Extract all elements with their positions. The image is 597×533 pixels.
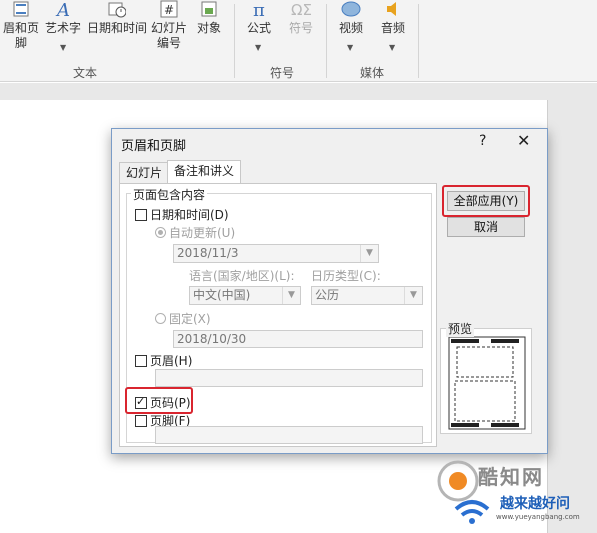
group-separator [418,4,419,78]
chevron-down-icon: ▼ [60,43,67,52]
preview-box [440,328,532,434]
group-separator [234,4,235,78]
checkbox-box [135,355,147,367]
equation-button[interactable]: π 公式 ▼ [242,0,276,52]
svg-text:#: # [164,3,174,17]
wordart-icon: A [44,0,82,21]
chevron-down-icon: ▼ [404,287,422,304]
object-button[interactable]: 对象 [192,0,226,36]
chevron-down-icon: ▼ [282,287,300,304]
omega-icon: ΩΣ [282,0,320,19]
preview-page-icon [448,336,526,430]
footer-input[interactable] [155,426,423,444]
header-input[interactable] [155,369,423,387]
fixed-radio[interactable]: 固定(X) [155,310,211,327]
dialog-title: 页眉和页脚 [121,139,187,154]
checkbox-box [135,415,147,427]
svg-text:A: A [55,0,70,18]
audio-button[interactable]: 音频 ▼ [376,0,410,52]
slide-number-button[interactable]: # 幻灯片 编号 [150,0,188,51]
language-select[interactable]: 中文(中国) ▼ [189,286,301,305]
watermark-logo: 酷知网 越来越好问 www.yueyangbang.com [430,455,590,530]
speaker-icon [376,0,410,18]
apply-all-highlight [442,185,530,217]
group-label-media: 媒体 [360,66,385,80]
ribbon: 眉和页脚 A 艺术字 ▼ 日期和时间 # 幻灯片 编号 对象 π 公式 ▼ ΩΣ… [0,0,597,82]
film-icon [334,0,368,18]
help-button[interactable]: ? [479,133,486,149]
fixed-date-input[interactable]: 2018/10/30 [173,330,423,348]
group-separator [326,4,327,78]
group-label-text: 文本 [73,66,98,80]
calendar-label: 日历类型(C): [311,269,381,283]
pi-icon: π [242,0,276,21]
radio-dot [155,313,166,324]
auto-update-radio[interactable]: 自动更新(U) [155,224,235,241]
watermark-subtitle: 越来越好问 [500,496,570,512]
calendar-clock-icon [86,0,148,18]
hash-icon: # [150,0,188,18]
chevron-down-icon: ▼ [360,245,378,262]
symbol-button[interactable]: ΩΣ 符号 [282,0,320,36]
preview-label: 预览 [446,320,475,337]
watermark-url: www.yueyangbang.com [496,513,580,521]
group-label-symbols: 符号 [270,66,295,80]
header-footer-button[interactable]: 眉和页脚 [0,0,42,51]
wordart-button[interactable]: A 艺术字 ▼ [44,0,82,52]
auto-update-date-select[interactable]: 2018/11/3 ▼ [173,244,379,263]
tab-slide[interactable]: 幻灯片 [119,162,170,184]
page-number-highlight [125,387,193,414]
tab-panel: 页面包含内容 日期和时间(D) 自动更新(U) 2018/11/3 ▼ 语言(国… [119,183,437,447]
calendar-select[interactable]: 公历 ▼ [311,286,423,305]
header-footer-dialog: 页眉和页脚 ? ✕ 幻灯片 备注和讲义 页面包含内容 日期和时间(D) 自动更新… [111,128,548,454]
header-checkbox[interactable]: 页眉(H) [135,352,192,369]
video-button[interactable]: 视频 ▼ [334,0,368,52]
language-label: 语言(国家/地区)(L): [189,269,295,283]
wifi-icon [454,500,490,524]
cancel-button[interactable]: 取消 [447,217,525,237]
object-icon [192,0,226,18]
close-icon[interactable]: ✕ [517,131,530,150]
watermark-title: 酷知网 [478,465,544,489]
checkbox-box [135,209,147,221]
date-time-checkbox[interactable]: 日期和时间(D) [135,206,229,223]
chevron-down-icon: ▼ [255,43,262,52]
date-time-button[interactable]: 日期和时间 [86,0,148,36]
header-footer-icon [0,0,42,18]
tab-notes-handouts[interactable]: 备注和讲义 [167,160,242,184]
page-content-group: 页面包含内容 日期和时间(D) 自动更新(U) 2018/11/3 ▼ 语言(国… [125,186,432,444]
group-label: 页面包含内容 [131,186,208,203]
chevron-down-icon: ▼ [389,43,396,52]
svg-text:ΩΣ: ΩΣ [291,1,312,18]
radio-dot [155,227,166,238]
chevron-down-icon: ▼ [347,43,354,52]
svg-text:π: π [253,0,265,18]
